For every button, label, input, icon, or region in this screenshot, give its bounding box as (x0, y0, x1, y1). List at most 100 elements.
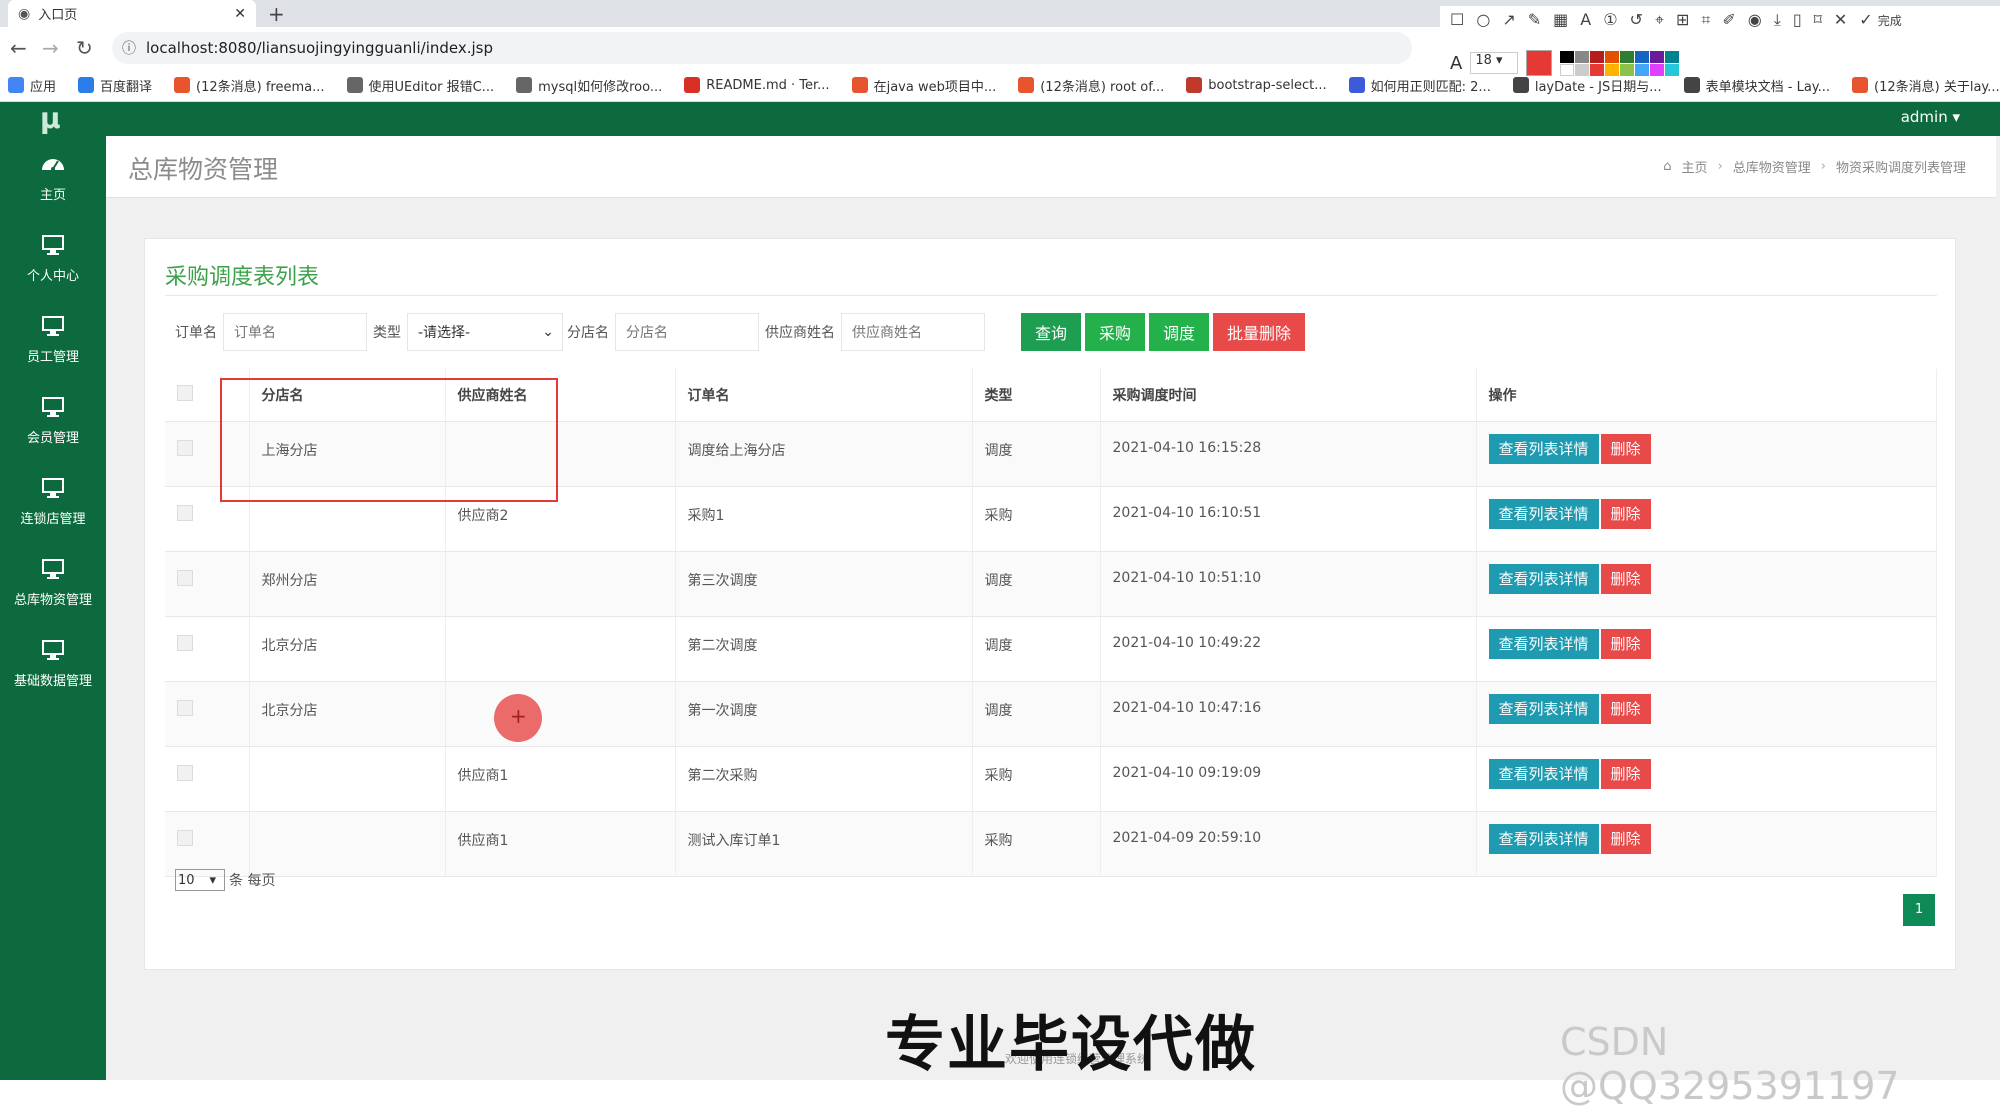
branch-input[interactable] (615, 313, 759, 351)
bookmark-label: bootstrap-select... (1208, 77, 1327, 93)
app-root: μ admin ▾ 主页 个人中心 员工管理 会员管理 连锁店管理 总库物资管理 基础数据管… (0, 102, 2000, 1080)
order-input[interactable] (223, 313, 367, 351)
view-detail-button[interactable]: 查看列表详情 (1488, 823, 1599, 854)
pin2-icon[interactable]: ✐ (1722, 10, 1735, 30)
delete-button[interactable]: 删除 (1600, 498, 1651, 529)
bookmark-item[interactable]: mysql如何修改roo... (516, 76, 662, 95)
sidebar-item[interactable]: 个人中心 (0, 217, 106, 298)
type-cell: 调度 (972, 421, 1101, 487)
ocr-icon[interactable]: ⌗ (1701, 10, 1710, 30)
sidebar-item[interactable]: 会员管理 (0, 379, 106, 460)
view-detail-button[interactable]: 查看列表详情 (1488, 433, 1599, 464)
text-tool-icon[interactable]: A (1580, 10, 1591, 30)
bookmark-item[interactable]: 表单模块文档 - Lay... (1683, 76, 1830, 95)
user-menu[interactable]: admin ▾ (1901, 108, 1960, 126)
rectangle-tool-icon[interactable]: ☐ (1450, 10, 1464, 30)
type-cell: 调度 (972, 616, 1101, 682)
sidebar-item[interactable]: 基础数据管理 (0, 622, 106, 703)
bookmark-item[interactable]: bootstrap-select... (1186, 77, 1327, 93)
delete-button[interactable]: 删除 (1600, 823, 1651, 854)
sidebar-item[interactable]: 主页 (0, 136, 106, 217)
row-checkbox[interactable] (177, 634, 193, 651)
purchase-button[interactable]: 采购 (1085, 313, 1146, 351)
column-header: 操作 (1476, 369, 1937, 422)
new-tab-icon[interactable]: + (268, 2, 285, 26)
view-detail-button[interactable]: 查看列表详情 (1488, 498, 1599, 529)
row-checkbox[interactable] (177, 764, 193, 781)
pin-icon[interactable]: ⌖ (1655, 10, 1664, 30)
view-detail-button[interactable]: 查看列表详情 (1488, 758, 1599, 789)
undo-icon[interactable]: ↺ (1630, 10, 1643, 30)
page-number-button[interactable]: 1 (1903, 894, 1935, 926)
batch-delete-button[interactable]: 批量删除 (1213, 313, 1306, 351)
page-size-select[interactable]: 10 ▾ (175, 869, 225, 891)
pager: 10 ▾ 条 每页 (175, 869, 275, 891)
current-color-swatch[interactable] (1526, 50, 1553, 76)
monitor-icon (42, 559, 64, 579)
bookmark-icon[interactable]: ⌑ (1814, 10, 1822, 30)
bookmark-item[interactable]: README.md · Ter... (684, 77, 830, 93)
forward-icon[interactable]: → (42, 36, 59, 60)
supplier-input[interactable] (841, 313, 985, 351)
bookmark-item[interactable]: (12条消息) 关于lay... (1852, 76, 2000, 95)
pen-tool-icon[interactable]: ✎ (1528, 10, 1541, 30)
query-button[interactable]: 查询 (1021, 313, 1082, 351)
back-icon[interactable]: ← (10, 36, 27, 60)
bookmark-label: layDate - JS日期与... (1534, 79, 1662, 95)
row-checkbox[interactable] (177, 829, 193, 846)
row-checkbox[interactable] (177, 699, 193, 716)
app-logo: μ (40, 102, 61, 135)
bookmark-label: README.md · Ter... (706, 77, 830, 93)
reload-icon[interactable]: ↻ (76, 36, 93, 60)
chevron-right-icon: › (1820, 159, 1826, 174)
download-icon[interactable]: ⤓ (1774, 10, 1781, 30)
sidebar-item[interactable]: 员工管理 (0, 298, 106, 379)
dispatch-button[interactable]: 调度 (1149, 313, 1210, 351)
breadcrumb-level1[interactable]: 总库物资管理 (1733, 157, 1811, 176)
delete-button[interactable]: 删除 (1600, 563, 1651, 594)
delete-button[interactable]: 删除 (1600, 433, 1651, 464)
breadcrumb-home[interactable]: 主页 (1682, 157, 1708, 176)
translate-icon[interactable]: ⊞ (1676, 10, 1689, 30)
view-detail-button[interactable]: 查看列表详情 (1488, 693, 1599, 724)
number-tool-icon[interactable]: ① (1603, 10, 1617, 30)
delete-button[interactable]: 删除 (1600, 693, 1651, 724)
tab-title: 入口页 (38, 8, 78, 23)
bookmark-item[interactable]: 如何用正则匹配: 2... (1348, 76, 1491, 95)
info-icon[interactable]: ⓘ (122, 38, 136, 58)
row-checkbox[interactable] (177, 439, 193, 456)
row-checkbox[interactable] (177, 504, 193, 521)
arrow-tool-icon[interactable]: ↗ (1502, 10, 1515, 30)
type-select[interactable]: -请选择- ⌄ (407, 313, 563, 351)
done-button[interactable]: ✓ 完成 (1859, 10, 1902, 30)
select-all-checkbox[interactable] (177, 384, 193, 401)
font-size-select[interactable]: 18 ▾ (1470, 52, 1519, 74)
row-checkbox[interactable] (177, 569, 193, 586)
ellipse-tool-icon[interactable]: ○ (1476, 10, 1490, 30)
bookmark-item[interactable]: (12条消息) root of... (1018, 76, 1164, 95)
sidebar-item[interactable]: 连锁店管理 (0, 460, 106, 541)
browser-tab[interactable]: ◉ 入口页 ✕ (8, 0, 256, 27)
delete-button[interactable]: 删除 (1600, 758, 1651, 789)
bookmark-item[interactable]: 百度翻译 (78, 76, 152, 95)
delete-button[interactable]: 删除 (1600, 628, 1651, 659)
phone-icon[interactable]: ▯ (1793, 10, 1802, 30)
bookmark-label: 如何用正则匹配: 2... (1370, 79, 1491, 95)
url-bar[interactable]: ⓘ localhost:8080/liansuojingyingguanli/i… (112, 32, 1412, 64)
column-header: 订单名 (675, 369, 973, 422)
mosaic-tool-icon[interactable]: ▦ (1553, 10, 1568, 30)
bookmark-item[interactable]: (12条消息) freema... (174, 76, 325, 95)
bookmark-item[interactable]: layDate - JS日期与... (1512, 76, 1662, 95)
view-detail-button[interactable]: 查看列表详情 (1488, 628, 1599, 659)
color-palette[interactable] (1560, 50, 1680, 76)
filter-bar: 订单名 类型 -请选择- ⌄ 分店名 供应商姓名 查询 采购 调度 批量删除 (175, 313, 1309, 351)
dashboard-icon (42, 159, 64, 171)
sidebar-item[interactable]: 总库物资管理 (0, 541, 106, 622)
bookmark-item[interactable]: 使用UEditor 报错C... (346, 76, 494, 95)
record-icon[interactable]: ◉ (1748, 10, 1762, 30)
bookmark-item[interactable]: 在java web项目中... (851, 76, 996, 95)
close-icon[interactable]: ✕ (1834, 10, 1847, 30)
close-icon[interactable]: ✕ (234, 6, 246, 22)
view-detail-button[interactable]: 查看列表详情 (1488, 563, 1599, 594)
bookmark-item[interactable]: 应用 (8, 76, 56, 95)
